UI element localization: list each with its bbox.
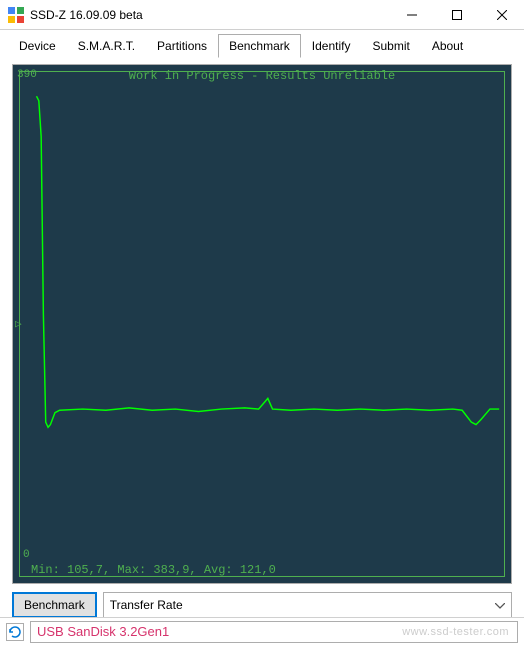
app-icon	[8, 7, 24, 23]
chart-line	[19, 71, 505, 577]
tab-partitions[interactable]: Partitions	[146, 34, 218, 58]
status-device: USB SanDisk 3.2Gen1 www.ssd-tester.com	[30, 621, 518, 643]
maximize-button[interactable]	[434, 0, 479, 30]
titlebar: SSD-Z 16.09.09 beta	[0, 0, 524, 30]
minimize-button[interactable]	[389, 0, 434, 30]
watermark: www.ssd-tester.com	[402, 626, 509, 638]
status-device-text: USB SanDisk 3.2Gen1	[37, 624, 169, 639]
close-button[interactable]	[479, 0, 524, 30]
tab-submit[interactable]: Submit	[361, 34, 420, 58]
window-title: SSD-Z 16.09.09 beta	[30, 8, 389, 22]
chevron-down-icon	[495, 598, 505, 612]
tab-row: Device S.M.A.R.T. Partitions Benchmark I…	[0, 30, 524, 58]
tab-smart[interactable]: S.M.A.R.T.	[67, 34, 146, 58]
tab-device[interactable]: Device	[8, 34, 67, 58]
window-controls	[389, 0, 524, 29]
tab-benchmark[interactable]: Benchmark	[218, 34, 301, 58]
content-area: Work in Progress - Results Unreliable 39…	[0, 58, 524, 626]
controls-row: Benchmark Transfer Rate	[12, 592, 512, 618]
chart-box: Work in Progress - Results Unreliable 39…	[12, 64, 512, 584]
benchmark-button[interactable]: Benchmark	[12, 592, 97, 618]
status-bar: USB SanDisk 3.2Gen1 www.ssd-tester.com	[0, 617, 524, 645]
dropdown-value: Transfer Rate	[110, 598, 183, 612]
tab-about[interactable]: About	[421, 34, 474, 58]
tab-identify[interactable]: Identify	[301, 34, 362, 58]
refresh-button[interactable]	[6, 623, 24, 641]
metric-dropdown[interactable]: Transfer Rate	[103, 592, 512, 618]
